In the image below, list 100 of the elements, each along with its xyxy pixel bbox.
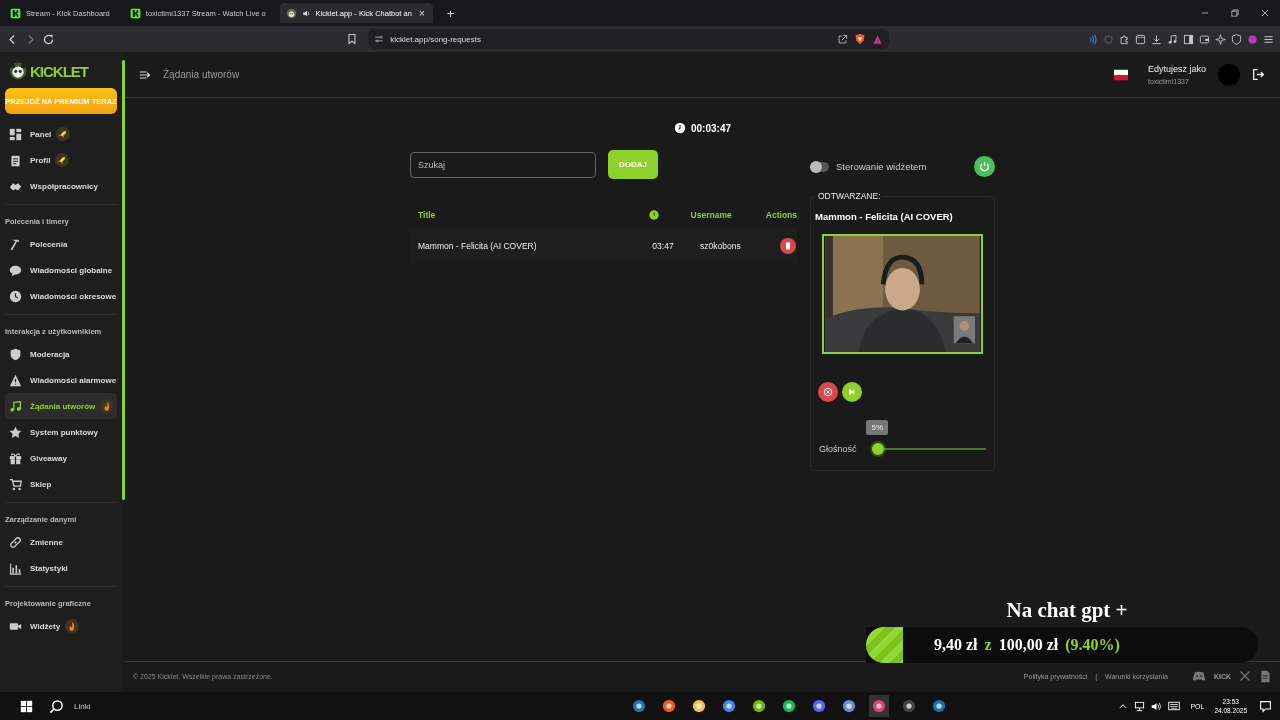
k-logo-icon [129, 7, 141, 19]
speaker-icon[interactable] [1151, 700, 1163, 712]
address-bar[interactable]: kicklet.app/song-requests [368, 29, 889, 49]
logo-text: KICKLET [30, 62, 88, 80]
logout-icon[interactable] [1252, 68, 1265, 81]
chevron-up-icon[interactable] [1118, 701, 1129, 711]
sidebar-item[interactable]: Wiadomości globalne [5, 257, 117, 283]
of-label: z [984, 636, 992, 654]
panda-logo-icon [285, 7, 297, 19]
sparkle-icon[interactable] [1215, 33, 1226, 45]
table-cell-text: sz0kobons [699, 241, 742, 251]
table-cell-text: Mammon - Felicita (AI COVER) [417, 241, 538, 251]
sidebar-item[interactable]: Widżety [5, 613, 117, 639]
raised-amount: 9,40 zł [934, 636, 978, 654]
sidebar-item[interactable]: Współpracownicy [5, 173, 117, 199]
share-icon[interactable] [837, 33, 848, 45]
editing-label: Edytujesz jako [1147, 64, 1206, 74]
speaker-icon [301, 8, 311, 18]
rocket-icon [58, 129, 69, 139]
search-field[interactable]: Szukaj [410, 151, 596, 178]
menu-icon[interactable] [139, 68, 151, 81]
bookmark-icon[interactable] [346, 33, 359, 45]
panda-logo-icon [9, 62, 27, 80]
grid-icon [9, 127, 22, 141]
volume-label: Głośność [819, 444, 857, 454]
table-cell-text: 03:47 [651, 241, 675, 251]
start-icon[interactable] [20, 699, 33, 713]
hammer-icon [9, 237, 22, 251]
url-text: kicklet.app/song-requests [390, 34, 481, 44]
sidebar-item[interactable]: Wiadomości okresowe [5, 283, 117, 309]
skip-button[interactable] [842, 382, 862, 402]
close-button[interactable]: × [416, 7, 427, 19]
sidebar-item[interactable]: Panel [5, 121, 117, 147]
shield-icon [9, 347, 22, 361]
bar-chart-icon [9, 561, 22, 575]
column-header: Username [689, 210, 733, 220]
flame-icon [101, 401, 112, 411]
site-settings-icon [374, 34, 385, 44]
sidebar-item[interactable]: Zmienne [5, 529, 117, 555]
menu-icon[interactable] [1263, 33, 1274, 45]
page-title: Żądania utworów [163, 69, 240, 80]
lion-shield-icon[interactable] [854, 33, 866, 45]
cart-icon [9, 477, 22, 491]
star-icon [9, 425, 22, 439]
toggle-switch[interactable] [810, 161, 829, 172]
panel-legend: ODTWARZANE: [815, 191, 884, 201]
new-tab-button[interactable]: + [440, 5, 461, 21]
download-icon[interactable] [1151, 33, 1162, 45]
ball-icon[interactable] [1247, 33, 1258, 45]
clipboard-icon [9, 153, 22, 167]
scrollbar[interactable] [122, 60, 125, 500]
timer: 00:03:47 [691, 122, 731, 134]
warning-icon [9, 373, 22, 387]
x-icon[interactable] [1239, 670, 1251, 682]
link-icon [9, 535, 22, 549]
restore-icon[interactable] [1230, 8, 1240, 18]
toggle-label: Sterowanie widżetem [836, 161, 927, 172]
app-icon[interactable] [869, 695, 890, 717]
network-icon[interactable] [1134, 700, 1146, 712]
speech-bubble-icon [9, 263, 22, 277]
rocket-icon [57, 155, 68, 165]
reload-icon[interactable] [42, 32, 55, 46]
wallet-icon[interactable] [1199, 33, 1210, 45]
shield-icon[interactable] [1231, 33, 1242, 45]
sidebar-item[interactable]: Wiadomości alarmowe [5, 367, 117, 393]
gift-icon [9, 451, 22, 465]
sidebar-item[interactable]: Profil [5, 147, 117, 173]
search-label: Linki [74, 701, 91, 711]
sidebar-item[interactable]: Moderacja [5, 341, 117, 367]
sidebar-item[interactable]: Statystyki [5, 555, 117, 581]
flag-icon [1113, 67, 1128, 82]
close-icon[interactable] [1260, 8, 1270, 18]
k-logo-icon [10, 7, 21, 19]
column-header: Actions [765, 210, 797, 220]
stop-button[interactable] [818, 382, 838, 402]
song-title: Mammon - Felicita (AI COVER) [815, 211, 954, 222]
goal-title: Na chat gpt + [1006, 598, 1128, 623]
document-icon[interactable] [1259, 669, 1272, 683]
sidebar-item[interactable]: Giveaway [5, 445, 117, 471]
window-icon[interactable] [1135, 33, 1146, 45]
gamepad-icon[interactable] [1191, 669, 1206, 683]
notification-icon[interactable] [1259, 699, 1272, 713]
sidebar-item[interactable]: System punktowy [5, 419, 117, 445]
power-button[interactable] [974, 156, 995, 177]
volume-tooltip: 5% [866, 420, 889, 435]
triangle-icon[interactable] [872, 33, 883, 45]
music-note-icon [9, 399, 22, 413]
search-icon[interactable] [49, 698, 64, 714]
sound-waves-icon[interactable] [1087, 33, 1098, 45]
sidebar-item[interactable]: Żądania utworów [5, 393, 117, 419]
sidebar-item[interactable]: Sklep [5, 471, 117, 497]
keyboard-icon[interactable] [1168, 700, 1181, 712]
puzzle-icon[interactable] [1119, 33, 1130, 45]
music-note-icon[interactable] [1167, 33, 1178, 45]
sidebar-item[interactable]: Polecenia [5, 231, 117, 257]
goal-amount: 100,00 zł [998, 636, 1059, 654]
sidebar-icon[interactable] [1183, 33, 1194, 45]
delete-button[interactable] [779, 238, 796, 254]
clock-icon [674, 122, 686, 134]
column-header: Title [417, 210, 437, 220]
